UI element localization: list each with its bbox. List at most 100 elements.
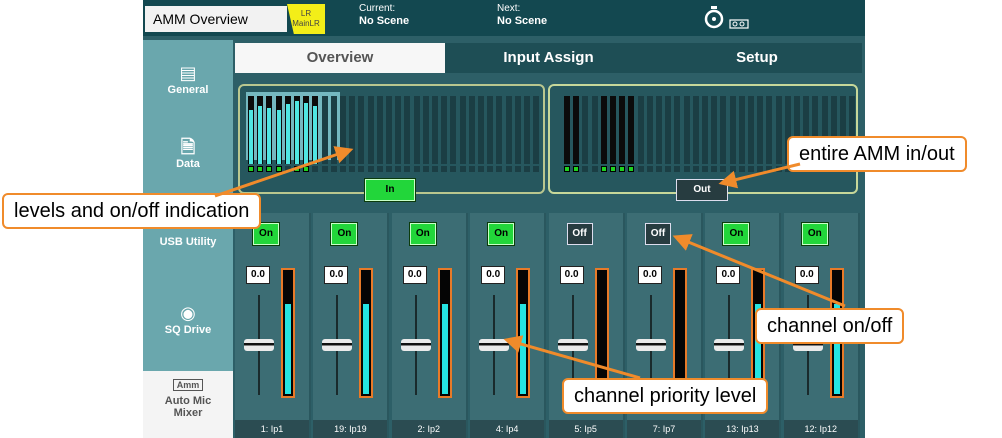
sidebar-item-data[interactable]: 🗎 Data <box>143 137 233 170</box>
meter-bar <box>459 96 466 164</box>
meter-led <box>524 166 530 172</box>
sidebar: ▤ General 🗎 Data USB Utility ◉ SQ Drive … <box>143 40 233 438</box>
meter-level <box>276 109 281 164</box>
priority-value[interactable]: 0.0 <box>246 266 270 284</box>
channel-meter-level <box>441 304 448 394</box>
meter-led <box>692 166 699 172</box>
current-scene[interactable]: Current: No Scene <box>359 3 409 27</box>
channel-name: 7: Ip7 <box>627 420 701 438</box>
channel-strip: On 0.0 19: Ip19 <box>313 213 390 438</box>
meter-led <box>564 166 570 172</box>
callout-levels: levels and on/off indication <box>2 193 262 229</box>
meter-led <box>330 166 337 172</box>
callout-channel-onoff: channel on/off <box>755 308 905 344</box>
meter-led <box>303 166 310 172</box>
tab-input-assign[interactable]: Input Assign <box>445 43 652 73</box>
sidebar-item-auto-mic-mixer[interactable]: Amm Auto Mic Mixer <box>143 371 233 438</box>
meter-led <box>340 166 346 172</box>
meter-bar <box>321 96 328 164</box>
meter-led <box>775 166 782 172</box>
sidebar-item-label: USB Utility <box>159 236 217 248</box>
meter-bar <box>413 96 420 164</box>
meter-bar <box>656 96 662 164</box>
priority-fader-cap[interactable] <box>400 339 431 351</box>
channel-onoff-button[interactable]: On <box>801 223 828 245</box>
meter-led <box>757 166 764 172</box>
meter-led <box>294 166 300 172</box>
meter-bar <box>248 96 254 164</box>
meter-bar <box>692 96 699 164</box>
channel-onoff-button[interactable]: On <box>488 223 515 245</box>
priority-value[interactable]: 0.0 <box>716 266 741 284</box>
meter-bar <box>591 96 598 164</box>
meter-led <box>496 166 503 172</box>
meter-led <box>683 166 690 172</box>
meter-bar <box>358 96 365 164</box>
channel-onoff-button[interactable]: Off <box>566 223 593 245</box>
priority-value[interactable]: 0.0 <box>402 266 427 284</box>
meter-bar <box>564 96 570 164</box>
meter-led <box>514 166 521 172</box>
meter-bar <box>340 96 346 164</box>
priority-fader-cap[interactable] <box>244 339 274 351</box>
amm-logo-icon: Amm <box>172 379 204 391</box>
priority-value[interactable]: 0.0 <box>481 266 506 284</box>
meter-level <box>258 106 263 164</box>
meter-bar <box>478 96 484 164</box>
priority-fader-cap[interactable] <box>636 339 666 351</box>
amm-in-button[interactable]: In <box>365 179 415 201</box>
priority-value[interactable]: 0.0 <box>794 266 819 284</box>
sidebar-item-general[interactable]: ▤ General <box>143 63 233 96</box>
meter-bar <box>738 96 745 164</box>
mix-select-badge[interactable]: LR MainLR <box>287 4 325 34</box>
priority-value[interactable]: 0.0 <box>324 266 349 284</box>
amm-out-button[interactable]: Out <box>676 179 728 201</box>
meter-led <box>505 166 512 172</box>
channel-meter <box>516 268 531 398</box>
meter-bar <box>294 96 300 164</box>
meter-led <box>665 166 672 172</box>
meter-bar <box>637 96 644 164</box>
status-icons[interactable] <box>703 5 749 32</box>
callout-entire-amm: entire AMM in/out <box>787 136 967 172</box>
channel-onoff-button[interactable]: On <box>723 223 750 245</box>
channel-meter <box>281 268 295 398</box>
priority-fader-cap[interactable] <box>557 339 588 351</box>
meter-bar <box>505 96 512 164</box>
channel-meter-level <box>363 304 370 394</box>
priority-fader-cap[interactable] <box>714 339 745 351</box>
sidebar-item-sq-drive[interactable]: ◉ SQ Drive <box>143 303 233 336</box>
sidebar-item-usb-utility[interactable]: USB Utility <box>143 236 233 248</box>
meter-led <box>711 166 718 172</box>
sidebar-item-label: Data <box>176 158 200 170</box>
channel-onoff-button[interactable]: On <box>331 223 358 245</box>
meter-bar <box>275 96 282 164</box>
meter-led <box>591 166 598 172</box>
meter-bar <box>432 96 438 164</box>
channel-name: 12: Ip12 <box>783 420 858 438</box>
channel-onoff-button[interactable]: Off <box>645 223 671 245</box>
tab-setup[interactable]: Setup <box>652 43 862 73</box>
priority-fader-cap[interactable] <box>322 339 353 351</box>
mix-badge-line1: LR <box>300 9 312 18</box>
meter-led <box>468 166 475 172</box>
meter-bar <box>600 96 607 164</box>
channel-onoff-button[interactable]: On <box>409 223 436 245</box>
priority-fader-cap[interactable] <box>479 339 510 351</box>
next-scene[interactable]: Next: No Scene <box>497 3 547 27</box>
meter-bar <box>367 96 374 164</box>
channel-meter <box>437 268 452 398</box>
meter-bar <box>702 96 708 164</box>
priority-value[interactable]: 0.0 <box>559 266 584 284</box>
priority-value[interactable]: 0.0 <box>638 266 662 284</box>
meter-led <box>487 166 494 172</box>
sd-card-icon <box>729 19 749 29</box>
meter-bar <box>646 96 653 164</box>
meter-led <box>674 166 681 172</box>
meter-bar <box>441 96 448 164</box>
meter-bar <box>303 96 310 164</box>
tab-overview[interactable]: Overview <box>235 43 445 73</box>
meter-bar <box>349 96 356 164</box>
meter-bar <box>619 96 626 164</box>
document-icon: ▤ <box>179 63 197 83</box>
